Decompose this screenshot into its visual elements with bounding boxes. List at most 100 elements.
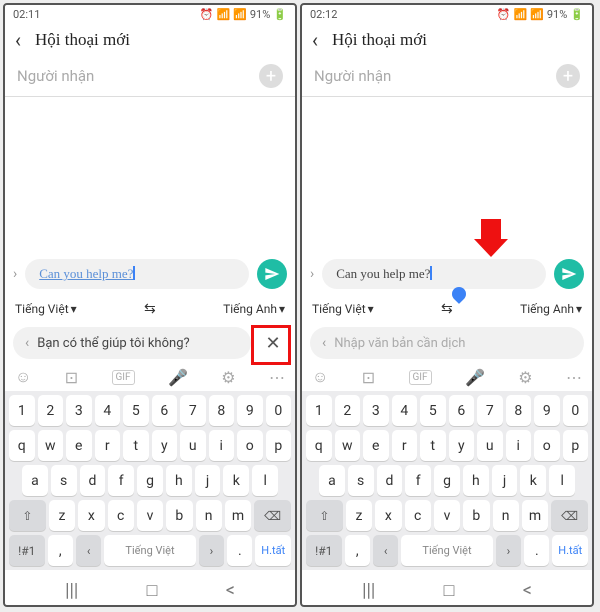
shift-key[interactable]: ⇧ [306,500,343,531]
left-key[interactable]: ‹ [373,535,398,566]
swap-icon[interactable]: ⇆ [441,301,453,317]
gif-icon[interactable]: GIF [112,370,135,385]
key-y[interactable]: y [449,430,475,461]
key-r[interactable]: r [95,430,121,461]
key-5[interactable]: 5 [123,395,149,426]
key-i[interactable]: i [209,430,235,461]
key-p[interactable]: p [563,430,589,461]
key-x[interactable]: x [78,500,104,531]
swap-icon[interactable]: ⇆ [144,301,156,317]
enter-key[interactable]: H.tất [255,535,291,566]
settings-icon[interactable]: ⚙ [221,368,235,387]
message-input[interactable]: Can you help me? [322,259,546,289]
back-icon[interactable]: ‹ [312,28,318,52]
key-o[interactable]: o [237,430,263,461]
chevron-left-icon[interactable]: ‹ [25,335,29,351]
key-f[interactable]: f [405,465,431,496]
key-z[interactable]: z [346,500,372,531]
backspace-key[interactable]: ⌫ [551,500,588,531]
right-key[interactable]: › [199,535,224,566]
key-m[interactable]: m [225,500,251,531]
left-key[interactable]: ‹ [76,535,101,566]
back-nav-icon[interactable]: < [226,580,235,601]
sticker-icon[interactable]: ⊡ [65,368,78,387]
key-w[interactable]: w [335,430,361,461]
key-h[interactable]: h [166,465,192,496]
key-s[interactable]: s [51,465,77,496]
chevron-right-icon[interactable]: › [13,266,17,282]
key-t[interactable]: t [420,430,446,461]
key-c[interactable]: c [405,500,431,531]
key-0[interactable]: 0 [266,395,292,426]
from-language[interactable]: Tiếng Việt▾ [312,302,374,316]
symbol-key[interactable]: !#1 [9,535,45,566]
add-recipient-button[interactable]: + [259,64,283,88]
home-icon[interactable]: □ [444,580,455,601]
back-nav-icon[interactable]: < [523,580,532,601]
key-d[interactable]: d [377,465,403,496]
right-key[interactable]: › [496,535,521,566]
more-icon[interactable]: ⋯ [566,368,582,387]
key-b[interactable]: b [166,500,192,531]
enter-key[interactable]: H.tất [552,535,588,566]
key-q[interactable]: q [9,430,35,461]
recipient-row[interactable]: Người nhận + [5,56,295,97]
key-j[interactable]: j [492,465,518,496]
message-input[interactable]: Can you help me? [25,259,249,289]
key-z[interactable]: z [49,500,75,531]
key-h[interactable]: h [463,465,489,496]
home-icon[interactable]: □ [147,580,158,601]
key-n[interactable]: n [493,500,519,531]
to-language[interactable]: Tiếng Anh▾ [223,302,285,316]
key-7[interactable]: 7 [477,395,503,426]
key-e[interactable]: e [66,430,92,461]
key-g[interactable]: g [137,465,163,496]
key-8[interactable]: 8 [506,395,532,426]
key-n[interactable]: n [196,500,222,531]
settings-icon[interactable]: ⚙ [518,368,532,387]
gif-icon[interactable]: GIF [409,370,432,385]
key-l[interactable]: l [252,465,278,496]
to-language[interactable]: Tiếng Anh▾ [520,302,582,316]
recipient-row[interactable]: Người nhận + [302,56,592,97]
key-v[interactable]: v [137,500,163,531]
recents-icon[interactable]: ||| [362,580,375,601]
key-6[interactable]: 6 [152,395,178,426]
emoji-icon[interactable]: ☺ [15,367,31,387]
chevron-right-icon[interactable]: › [310,266,314,282]
key-9[interactable]: 9 [534,395,560,426]
key-g[interactable]: g [434,465,460,496]
key-k[interactable]: k [223,465,249,496]
more-icon[interactable]: ⋯ [269,368,285,387]
send-button[interactable] [554,259,584,289]
key-p[interactable]: p [266,430,292,461]
key-1[interactable]: 1 [306,395,332,426]
from-language[interactable]: Tiếng Việt▾ [15,302,77,316]
key-b[interactable]: b [463,500,489,531]
key-9[interactable]: 9 [237,395,263,426]
key-k[interactable]: k [520,465,546,496]
mic-icon[interactable]: 🎤 [168,368,188,387]
key-w[interactable]: w [38,430,64,461]
translate-input[interactable]: ‹ Nhập văn bản cần dịch [310,327,584,359]
key-c[interactable]: c [108,500,134,531]
key-q[interactable]: q [306,430,332,461]
key-1[interactable]: 1 [9,395,35,426]
key-m[interactable]: m [522,500,548,531]
comma-key[interactable]: , [345,535,370,566]
key-7[interactable]: 7 [180,395,206,426]
recents-icon[interactable]: ||| [65,580,78,601]
key-x[interactable]: x [375,500,401,531]
key-u[interactable]: u [477,430,503,461]
key-s[interactable]: s [348,465,374,496]
emoji-icon[interactable]: ☺ [312,367,328,387]
send-button[interactable] [257,259,287,289]
comma-key[interactable]: , [48,535,73,566]
key-3[interactable]: 3 [66,395,92,426]
key-e[interactable]: e [363,430,389,461]
key-f[interactable]: f [108,465,134,496]
key-0[interactable]: 0 [563,395,589,426]
key-a[interactable]: a [319,465,345,496]
sticker-icon[interactable]: ⊡ [362,368,375,387]
space-key[interactable]: Tiếng Việt [401,535,492,566]
